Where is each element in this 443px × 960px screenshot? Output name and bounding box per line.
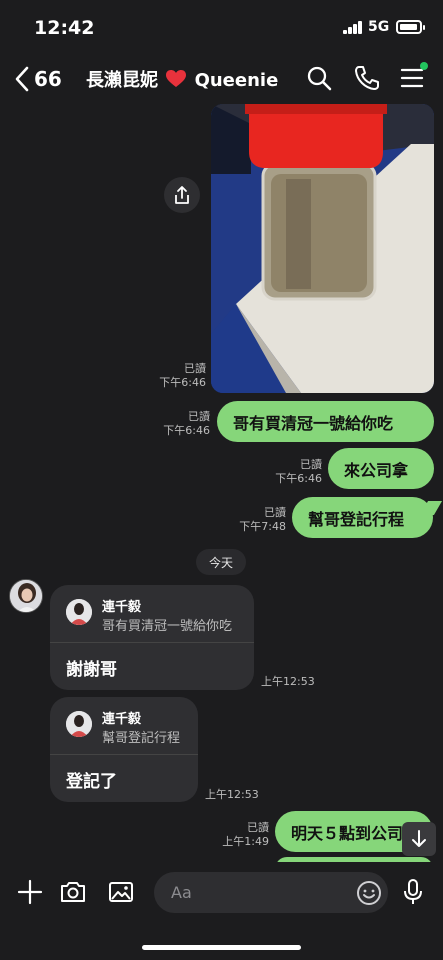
- quote-avatar: [66, 711, 92, 737]
- quote-avatar: [66, 599, 92, 625]
- chat-title-name: 長瀨昆妮: [86, 70, 158, 91]
- read-receipt: 已讀: [300, 458, 322, 471]
- photo-message[interactable]: [211, 104, 434, 393]
- battery-icon: [396, 20, 425, 34]
- network-type: 5G: [368, 19, 390, 35]
- status-time: 12:42: [34, 17, 95, 39]
- message-text: 登記了: [66, 772, 117, 792]
- chat-title[interactable]: 長瀨昆妮 Queenie: [86, 66, 278, 92]
- input-placeholder: Aa: [171, 883, 192, 902]
- online-dot: [420, 62, 428, 70]
- plus-icon[interactable]: [16, 878, 44, 906]
- avatar-image: [10, 580, 42, 612]
- home-indicator: [142, 945, 301, 950]
- message-time: 下午6:46: [275, 472, 322, 485]
- message-time: 下午7:48: [239, 520, 286, 533]
- camera-icon[interactable]: [59, 878, 87, 906]
- signal-icon: [343, 21, 363, 34]
- message-input[interactable]: Aa: [154, 872, 388, 913]
- phone-icon[interactable]: [353, 64, 381, 92]
- quote-text: 幫哥登記行程: [102, 731, 181, 746]
- date-separator: 今天: [196, 549, 246, 575]
- share-icon: [175, 186, 189, 204]
- contact-avatar[interactable]: [9, 579, 43, 613]
- message-time: 上午12:53: [261, 675, 315, 688]
- unread-count: 66: [34, 67, 62, 91]
- message-text: 謝謝哥: [66, 660, 117, 680]
- read-receipt: 已讀: [184, 362, 206, 375]
- quote-name: 連千毅: [102, 712, 142, 727]
- photo-meta: 已讀 下午6:46: [146, 362, 206, 390]
- message-time: 上午12:53: [205, 788, 259, 801]
- read-receipt: 已讀: [264, 506, 286, 519]
- share-button[interactable]: [164, 177, 200, 213]
- search-icon[interactable]: [305, 64, 333, 92]
- scroll-down-button[interactable]: [402, 822, 436, 856]
- outgoing-message[interactable]: 來公司拿: [328, 448, 434, 489]
- read-receipt: 已讀: [247, 821, 269, 834]
- quote-name: 連千毅: [102, 600, 142, 615]
- emoji-icon[interactable]: [356, 880, 382, 906]
- message-time: 下午6:46: [163, 424, 210, 437]
- chevron-left-icon: [15, 66, 29, 92]
- message-time: 上午1:49: [222, 835, 269, 848]
- outgoing-message[interactable]: 哥有買清冠一號給你吃: [217, 401, 434, 442]
- incoming-message[interactable]: 連千毅 哥有買清冠一號給你吃 謝謝哥: [50, 585, 254, 690]
- back-button[interactable]: 66: [14, 64, 62, 94]
- reply-quote[interactable]: 連千毅 幫哥登記行程: [50, 697, 198, 755]
- chat-title-suffix: Queenie: [194, 70, 279, 91]
- arrow-down-icon: [412, 830, 426, 847]
- chat-header: 66 長瀨昆妮 Queenie: [0, 56, 443, 102]
- status-bar: 12:42 5G: [0, 0, 443, 56]
- message-time: 下午6:46: [159, 376, 206, 389]
- read-receipt: 已讀: [188, 410, 210, 423]
- image-icon[interactable]: [107, 878, 135, 906]
- reply-quote[interactable]: 連千毅 哥有買清冠一號給你吃: [50, 585, 254, 643]
- message-meta: 已讀 下午7:48: [226, 506, 286, 534]
- message-meta: 已讀 下午6:46: [150, 410, 210, 438]
- incoming-message[interactable]: 連千毅 幫哥登記行程 登記了: [50, 697, 198, 802]
- quote-text: 哥有買清冠一號給你吃: [102, 619, 233, 634]
- photo-image: [211, 104, 434, 393]
- message-meta: 已讀 上午1:49: [209, 821, 269, 849]
- microphone-icon[interactable]: [399, 878, 427, 906]
- red-heart-icon: [166, 70, 187, 87]
- message-meta: 已讀 下午6:46: [262, 458, 322, 486]
- outgoing-message[interactable]: 幫哥登記行程: [292, 497, 433, 538]
